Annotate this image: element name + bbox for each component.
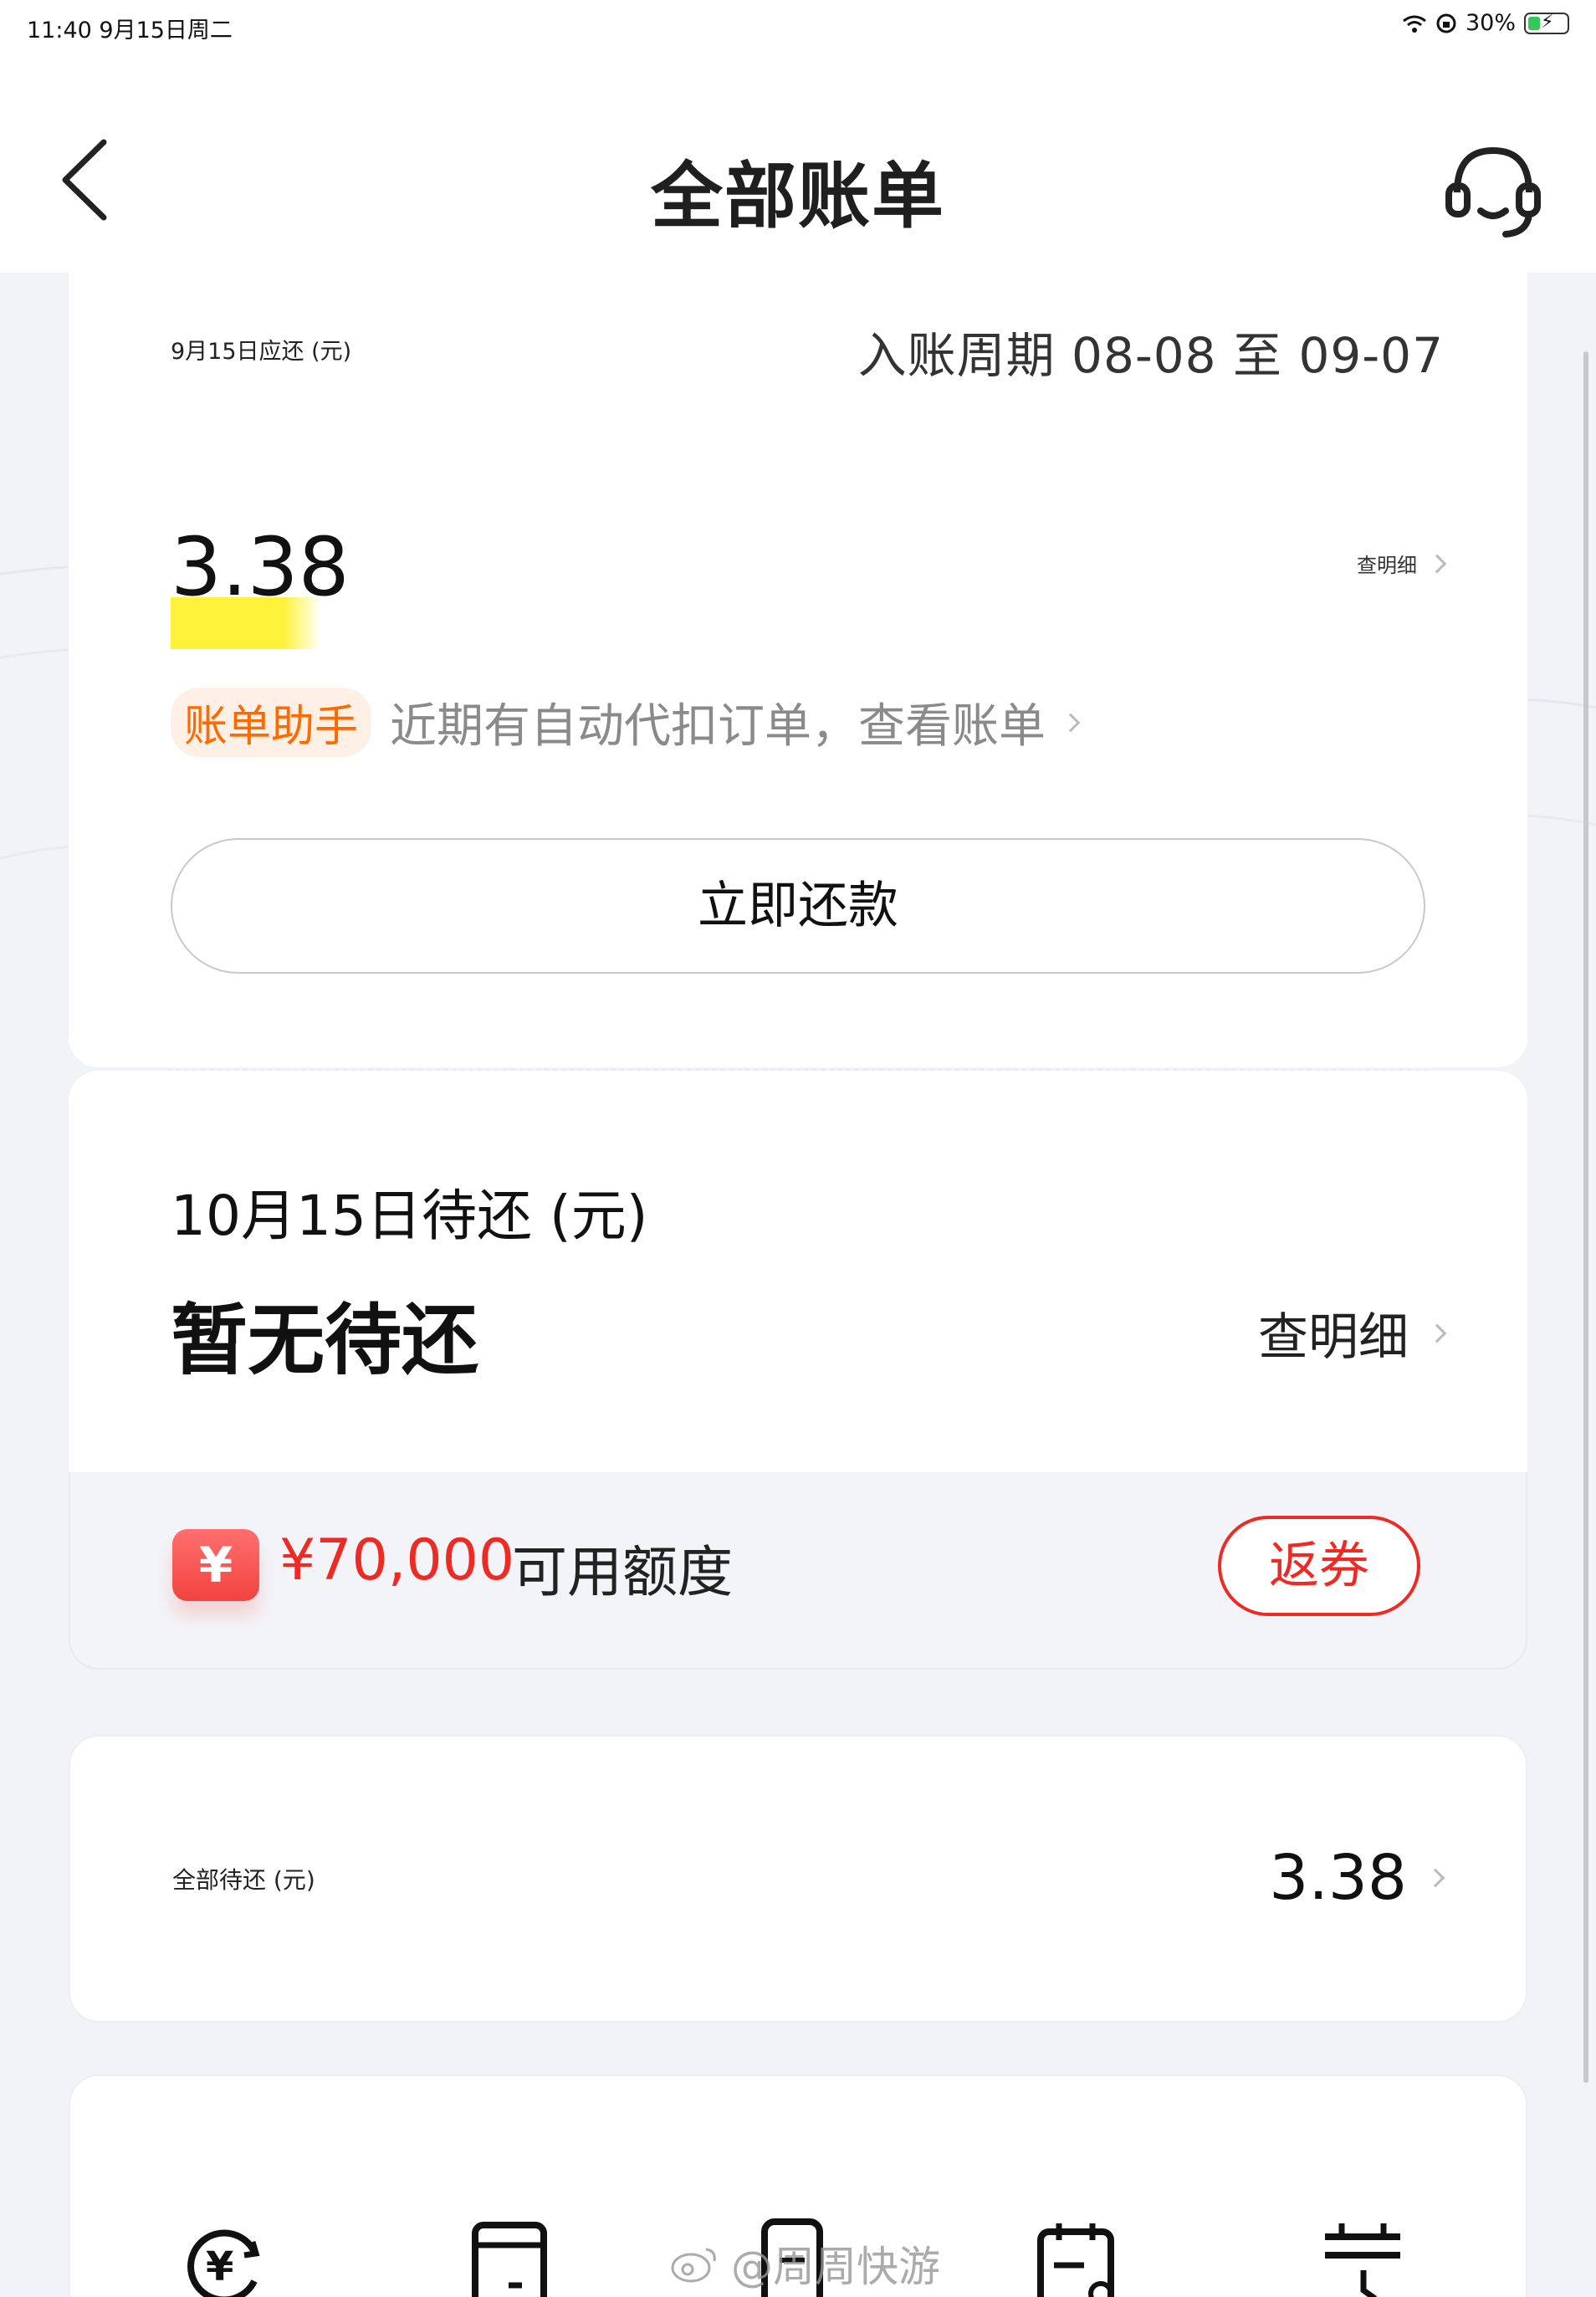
due-label: 9月15日应还 (元) — [171, 339, 352, 365]
total-value: 3.38 — [1269, 1842, 1407, 1914]
status-bar: 11:40 9月15日周二 30% ⚡ — [0, 0, 1596, 54]
svg-text:¥: ¥ — [206, 2243, 233, 2290]
coupon-button[interactable]: 返券 — [1218, 1516, 1420, 1616]
weibo-icon — [671, 2248, 716, 2283]
card-icon[interactable] — [463, 2218, 555, 2297]
lock-rotation-icon — [1436, 13, 1456, 33]
nav-bar: 全部账单 — [0, 54, 1596, 273]
credit-label: 可用额度 — [512, 1540, 733, 1604]
calendar-edit-icon[interactable] — [1032, 2218, 1124, 2297]
page-title: 全部账单 — [651, 155, 945, 238]
detail-link-label: 查明细 — [1258, 1308, 1409, 1367]
total-value-row: 3.38 — [1269, 1842, 1445, 1914]
bill-assistant-row[interactable]: 账单助手 近期有自动代扣订单，查看账单 — [171, 688, 1081, 757]
chevron-right-icon — [1425, 1868, 1445, 1888]
repay-yen-icon[interactable]: ¥ — [179, 2218, 271, 2297]
scrollbar[interactable] — [1583, 351, 1588, 2083]
battery-icon: ⚡ — [1524, 12, 1569, 34]
next-bill-card: 10月15日待还 (元) 暂无待还 查明细 — [69, 1071, 1527, 1487]
watermark: @周周快游 — [669, 2233, 940, 2294]
assistant-text: 近期有自动代扣订单，查看账单 — [390, 699, 1046, 754]
yen-icon: ¥ — [172, 1529, 259, 1601]
amount-wrap: 3.38 — [171, 520, 350, 614]
next-due-label: 10月15日待还 (元) — [171, 1184, 648, 1248]
total-label: 全部待还 (元) — [172, 1866, 315, 1894]
pay-now-button[interactable]: 立即还款 — [171, 838, 1425, 974]
status-time: 11:40 9月15日周二 — [27, 18, 233, 43]
chevron-right-icon — [1427, 554, 1447, 573]
detail-link-small[interactable]: 查明细 — [1357, 549, 1447, 578]
due-amount: 3.38 — [171, 520, 350, 614]
calendar-clock-icon[interactable] — [1317, 2218, 1409, 2297]
assistant-badge: 账单助手 — [171, 688, 372, 757]
headset-customer-service-icon[interactable] — [1439, 134, 1547, 243]
battery-percent: 30% — [1465, 10, 1516, 36]
status-right: 30% ⚡ — [1402, 10, 1569, 36]
chevron-right-icon — [1427, 1323, 1447, 1343]
credit-strip: ¥ ¥70,000 可用额度 返券 — [69, 1472, 1527, 1670]
watermark-text: @周周快游 — [731, 2243, 940, 2291]
total-due-card[interactable]: 全部待还 (元) 3.38 — [69, 1735, 1527, 2023]
next-due-value: 暂无待还 — [171, 1296, 479, 1385]
detail-link-large[interactable]: 查明细 — [1258, 1297, 1447, 1369]
detail-link-label: 查明细 — [1357, 554, 1417, 577]
current-bill-card: 9月15日应还 (元) 入账周期 08-08 至 09-07 3.38 查明细 … — [69, 251, 1527, 1067]
wifi-icon — [1403, 15, 1426, 33]
chevron-right-icon — [1061, 713, 1081, 732]
credit-amount: ¥70,000 — [279, 1527, 515, 1594]
billing-cycle: 入账周期 08-08 至 09-07 — [857, 327, 1444, 384]
